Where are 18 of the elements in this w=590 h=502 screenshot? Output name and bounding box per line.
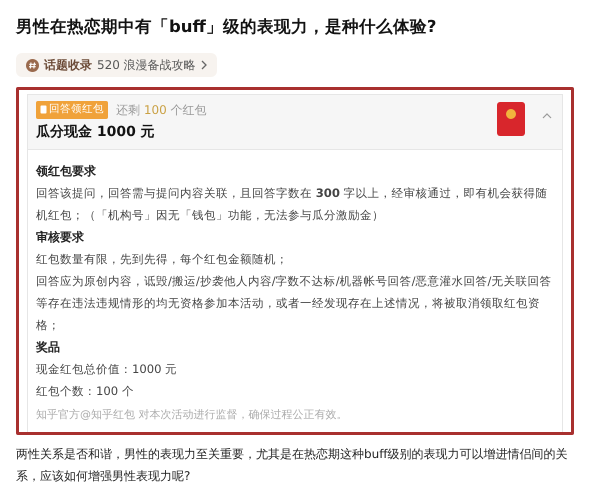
footer-note: 知乎官方@知乎红包 对本次活动进行监督，确保过程公正有效。	[36, 406, 348, 423]
rule-text: 回答应为原创内容，诋毁/搬运/抄袭他人内容/字数不达标/机器帐号回答/恶意灌水回答/无关联回答等存在违法违规情形的均无资格参加本活动，或者一经发现存在上述情况，将被取消领取红包资格；	[36, 272, 552, 334]
question-title: 男性在热恋期中有「buff」级的表现力，是种什么体验?	[16, 16, 438, 38]
hash-icon	[26, 58, 39, 72]
section-heading: 奖品	[36, 338, 61, 356]
envelope-icon	[496, 100, 526, 137]
chevron-right-icon	[200, 60, 207, 70]
section-heading: 审核要求	[36, 228, 85, 246]
remaining-count: 还剩 100 个红包	[116, 102, 207, 119]
rule-text: 红包个数：100 个	[36, 382, 135, 400]
topic-tag[interactable]: 话题收录 520 浪漫备战攻略	[16, 53, 217, 78]
section-heading: 领红包要求	[36, 162, 97, 180]
prize-title: 瓜分现金 1000 元	[36, 122, 156, 142]
activity-badge: 回答领红包	[36, 101, 108, 119]
intro-paragraph: 两性关系是否和谐，男性的表现力至关重要，尤其是在热恋期这种buff级别的表现力可以增进情侣间的关系，应该如何增强男性表现力呢?	[16, 446, 568, 485]
rule-text: 回答该提问，回答需与提问内容关联，且回答字数在 300 字以上，经审核通过，即有机会获得随机红包；（「机构号」因无「钱包」功能，无法参与瓜分激励金）	[36, 184, 549, 224]
rule-text: 红包数量有限，先到先得，每个红包金额随机；	[36, 250, 289, 268]
rule-text: 现金红包总价值：1000 元	[36, 360, 178, 378]
